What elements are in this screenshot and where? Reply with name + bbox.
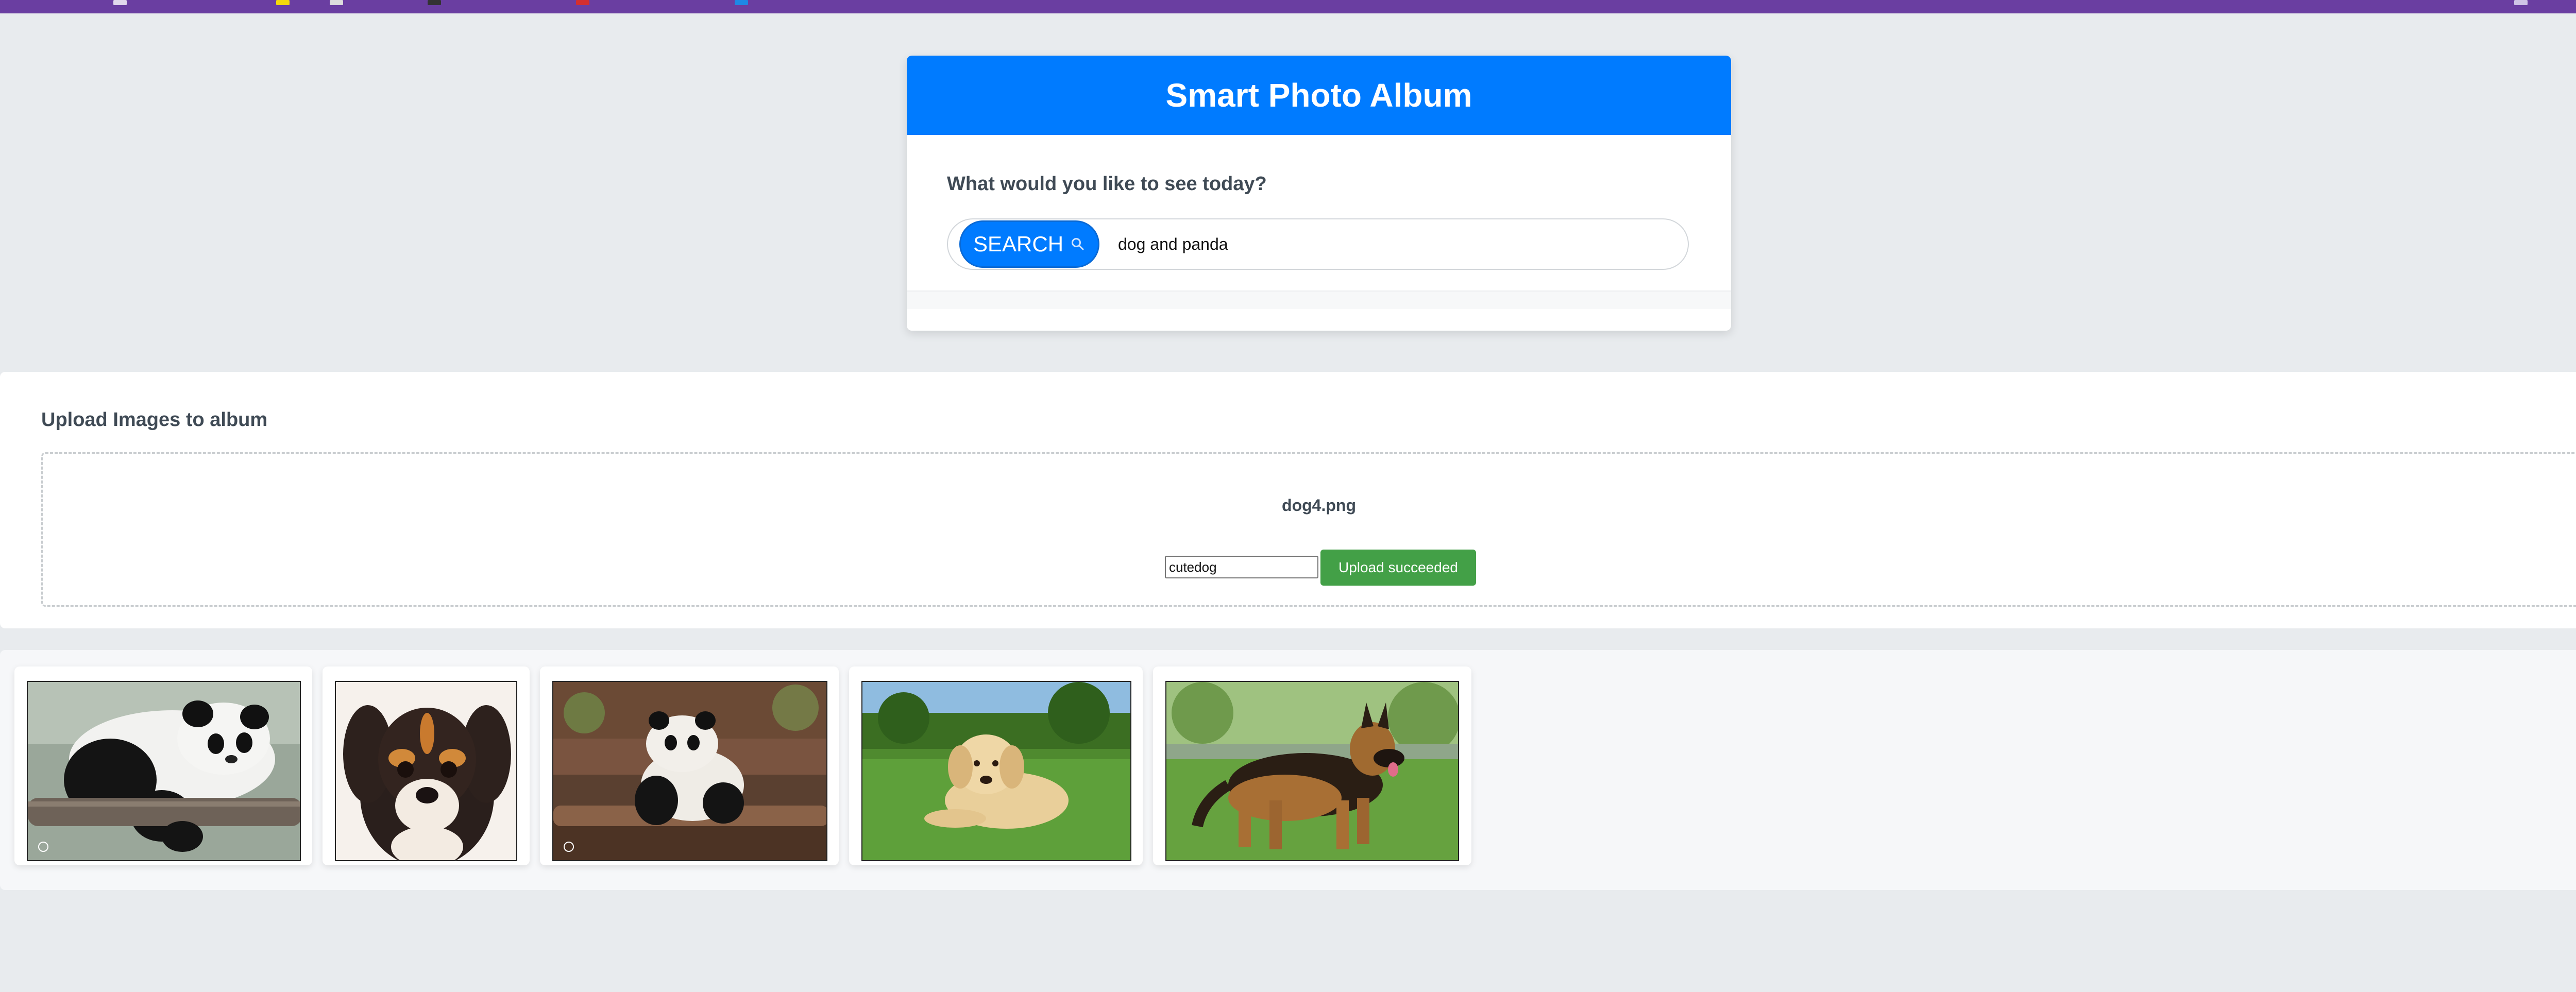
selected-file-name: dog4.png	[1282, 496, 1356, 515]
search-card: Smart Photo Album What would you like to…	[907, 56, 1731, 331]
upload-dropzone[interactable]: dog4.png Upload succeeded	[41, 452, 2576, 607]
search-button-label: SEARCH	[973, 232, 1064, 256]
bookmark-icon[interactable]	[428, 0, 441, 5]
photo-card[interactable]	[323, 666, 530, 865]
panda-photo[interactable]	[27, 681, 301, 861]
bookmark-icon[interactable]	[330, 0, 343, 5]
search-button[interactable]: SEARCH	[959, 220, 1099, 268]
search-input[interactable]	[1118, 230, 1674, 259]
magnifier-icon	[1072, 238, 1084, 250]
extension-icon[interactable]	[2514, 0, 2528, 5]
german-shepherd-photo[interactable]	[1165, 681, 1459, 861]
search-body: What would you like to see today? SEARCH	[907, 135, 1731, 309]
card-header: Smart Photo Album	[907, 56, 1731, 135]
page-title: Smart Photo Album	[1165, 77, 1472, 114]
puppy-photo[interactable]	[335, 681, 517, 861]
golden-retriever-photo[interactable]	[861, 681, 1131, 861]
label-input[interactable]	[1165, 556, 1318, 578]
photo-card[interactable]	[1153, 666, 1471, 865]
upload-heading: Upload Images to album	[41, 409, 268, 431]
photo-card[interactable]	[540, 666, 839, 865]
bookmark-icon[interactable]	[113, 0, 127, 5]
upload-button[interactable]: Upload succeeded	[1320, 550, 1476, 586]
card-footer	[907, 290, 1731, 309]
bookmark-icon[interactable]	[276, 0, 290, 5]
browser-bookmarks-bar	[0, 0, 2576, 13]
photo-gallery	[0, 650, 2576, 890]
search-prompt: What would you like to see today?	[947, 173, 1267, 195]
bookmark-icon[interactable]	[576, 0, 589, 5]
photo-card[interactable]	[849, 666, 1143, 865]
panda-cub-photo[interactable]	[552, 681, 827, 861]
search-bar: SEARCH	[947, 218, 1689, 270]
photo-card[interactable]	[14, 666, 312, 865]
bookmark-icon[interactable]	[735, 0, 748, 5]
upload-section: Upload Images to album dog4.png Upload s…	[0, 372, 2576, 628]
